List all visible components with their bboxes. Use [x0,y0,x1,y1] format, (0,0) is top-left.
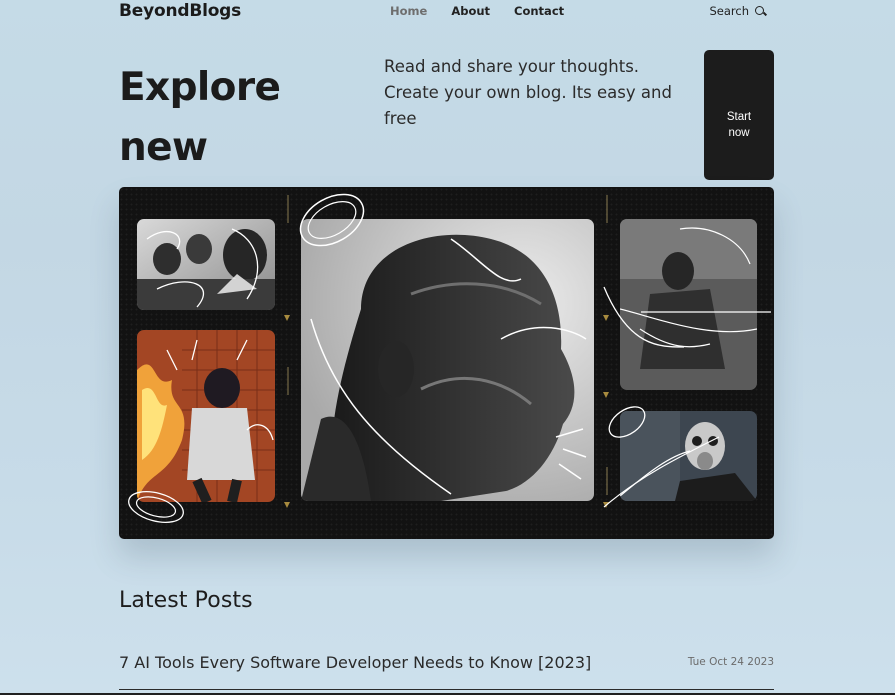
post-list-item[interactable]: 7 AI Tools Every Software Developer Need… [119,650,774,690]
post-title[interactable]: 7 AI Tools Every Software Developer Need… [119,653,591,672]
hero-collage-image [119,187,774,539]
nav-link-contact[interactable]: Contact [514,4,564,18]
brand-logo[interactable]: BeyondBlogs [119,1,241,21]
hero-subtitle: Read and share your thoughts. Create you… [384,57,672,128]
start-now-label: Start now [726,111,752,139]
search-button[interactable]: Search [709,4,766,18]
doodle-overlay [128,193,771,523]
start-now-button[interactable]: Start now [704,50,774,180]
search-label: Search [709,4,749,18]
search-icon [754,5,766,17]
top-navbar: BeyondBlogs Home About Contact Search [119,0,774,24]
post-date: Tue Oct 24 2023 [687,656,774,668]
nav-link-home[interactable]: Home [390,4,427,18]
nav-link-about[interactable]: About [451,4,490,18]
latest-posts-heading: Latest Posts [119,588,253,613]
nav-links: Home About Contact [390,4,588,18]
